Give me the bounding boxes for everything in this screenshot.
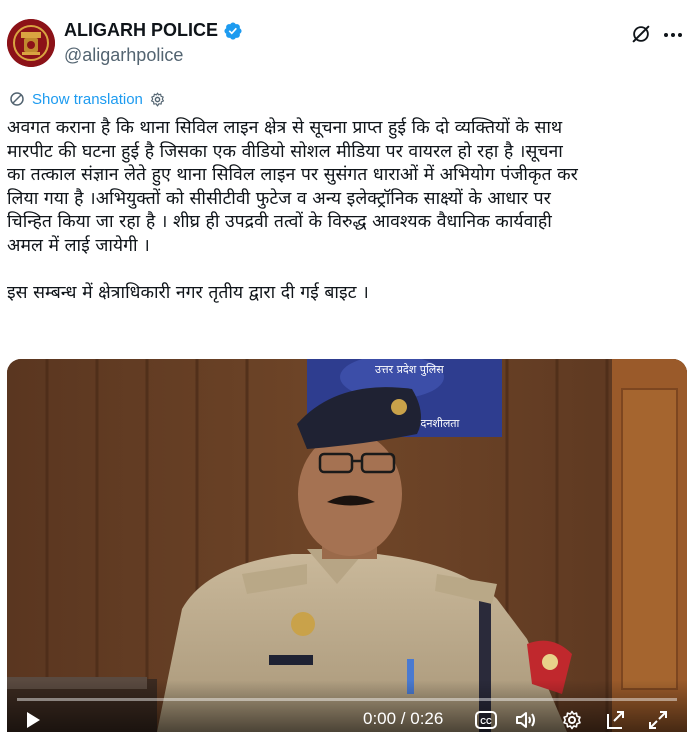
popout-icon[interactable] [605, 710, 627, 730]
video-progress-bar[interactable] [17, 698, 677, 701]
volume-icon[interactable] [515, 710, 537, 730]
avatar[interactable] [7, 19, 55, 67]
tweet-text-line: चिन्हित किया जा रहा है । शीघ्र ही उपद्रव… [7, 212, 552, 232]
video-time: 0:00 / 0:26 [363, 709, 444, 728]
captions-icon[interactable]: CC [475, 710, 497, 730]
translation-row: Show translation [8, 90, 166, 108]
tweet-header: ALIGARH POLICE @aligarhpolice [0, 0, 695, 80]
fullscreen-icon[interactable] [647, 710, 669, 730]
verified-badge-icon [224, 21, 242, 40]
more-options-icon[interactable] [661, 23, 685, 47]
banner-text-top: उत्तर प्रदेश पुलिस [375, 363, 444, 376]
tweet-text-line: का तत्काल संज्ञान लेते हुए थाना सिविल ला… [7, 165, 578, 185]
tweet-text: अवगत कराना है कि थाना सिविल लाइन क्षेत्र… [7, 117, 687, 305]
video-frame: उत्तर प्रदेश पुलिस संवेदनशीलता [7, 359, 687, 732]
video-player[interactable]: उत्तर प्रदेश पुलिस संवेदनशीलता 0:00 / 0:… [7, 359, 687, 732]
show-translation-link[interactable]: Show translation [32, 91, 143, 108]
translation-settings-icon[interactable] [149, 91, 166, 108]
tweet-text-line: अमल में लाई जायेगी । [7, 235, 150, 256]
settings-icon[interactable] [561, 710, 583, 730]
name-row: ALIGARH POLICE [64, 20, 243, 41]
handle[interactable]: @aligarhpolice [64, 45, 183, 66]
svg-text:CC: CC [480, 717, 492, 726]
tweet-text-line: मारपीट की घटना हुई है जिसका एक वीडियो सो… [7, 141, 563, 162]
play-icon[interactable] [23, 710, 43, 730]
video-controls: 0:00 / 0:26 CC [7, 680, 687, 732]
tweet-second-paragraph: इस सम्बन्ध में क्षेत्राधिकारी नगर तृतीय … [7, 282, 369, 303]
translate-globe-icon [10, 92, 24, 106]
display-name[interactable]: ALIGARH POLICE [64, 20, 218, 41]
grok-icon[interactable] [630, 23, 652, 45]
tweet-text-line: लिया गया है ।अभियुक्तों को सीसीटीवी फुटे… [7, 188, 551, 209]
tweet-text-line: अवगत कराना है कि थाना सिविल लाइन क्षेत्र… [7, 118, 563, 138]
